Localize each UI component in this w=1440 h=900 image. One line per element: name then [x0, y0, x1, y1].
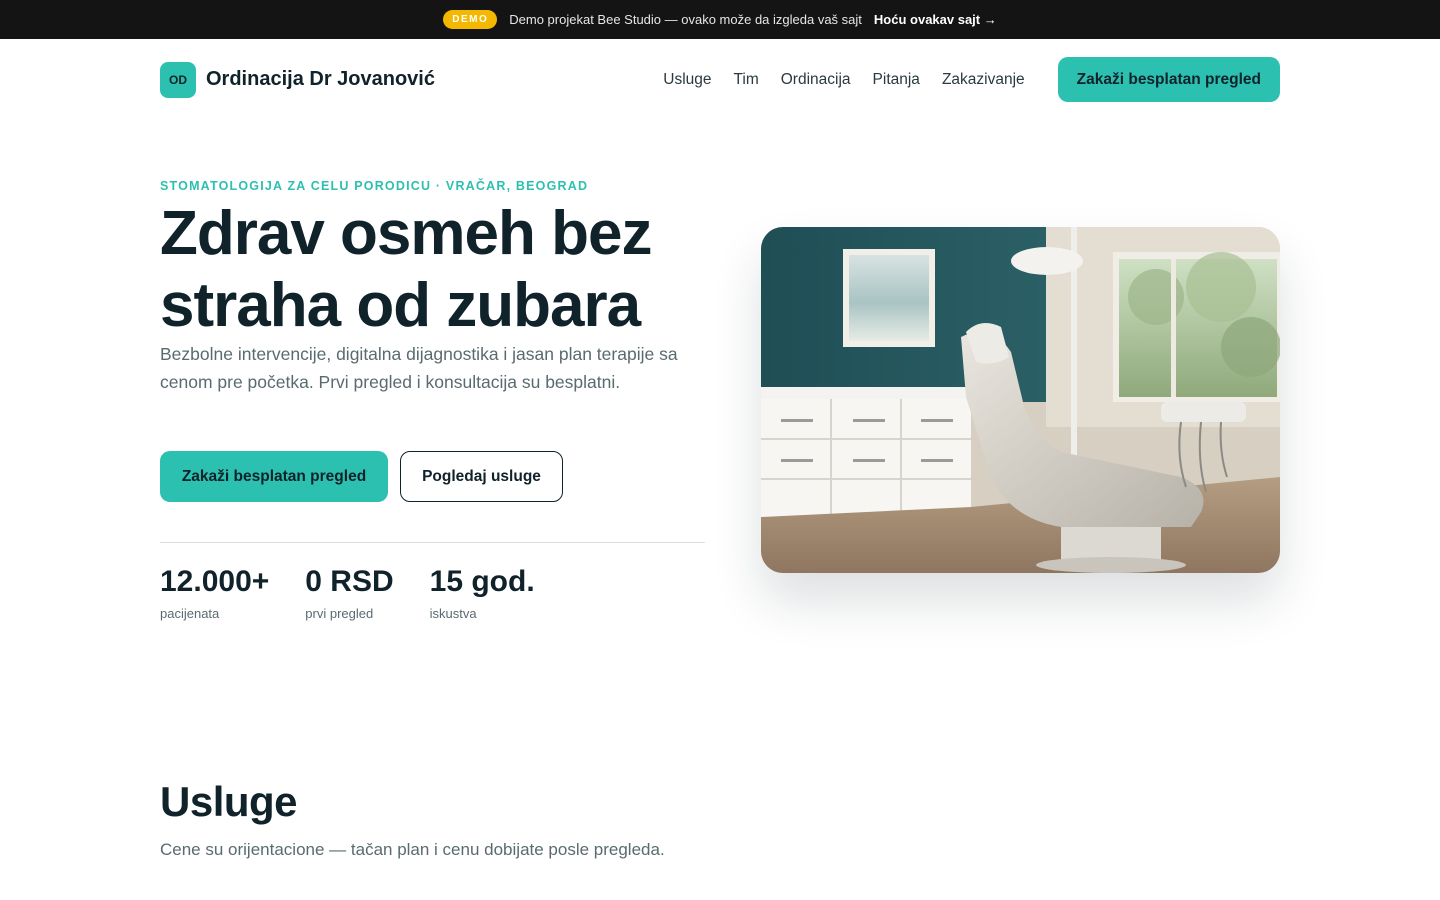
- services-title: Usluge: [160, 778, 298, 825]
- hero-subtitle: Bezbolne intervencije, digitalna dijagno…: [160, 344, 678, 392]
- stat-value: 0 RSD: [305, 565, 394, 598]
- demo-badge: DEMO: [443, 10, 498, 29]
- stat-label: prvi pregled: [305, 606, 374, 621]
- logo-icon[interactable]: OD: [160, 61, 196, 98]
- stat-value: 15 god.: [429, 565, 535, 598]
- hero-stats: 12.000+ pacijenata 0 RSD prvi pregled 15…: [160, 563, 535, 621]
- nav-link-ordinacija[interactable]: Ordinacija: [781, 71, 851, 89]
- hero-divider: [160, 542, 705, 543]
- site-header: OD Ordinacija Dr Jovanović Usluge Tim Or…: [160, 57, 1280, 102]
- stat-patients: 12.000+ pacijenata: [160, 563, 269, 621]
- stat-label: iskustva: [429, 606, 477, 621]
- services-subtitle: Cene su orijentacione — tačan plan i cen…: [160, 840, 665, 859]
- demo-banner-text: Demo projekat Bee Studio — ovako može da…: [509, 12, 862, 27]
- header-book-button[interactable]: Zakaži besplatan pregled: [1057, 57, 1280, 102]
- nav-link-usluge[interactable]: Usluge: [663, 71, 711, 89]
- nav-link-zakazivanje[interactable]: Zakazivanje: [942, 71, 1025, 89]
- nav-link-tim[interactable]: Tim: [734, 71, 759, 89]
- hero-title: Zdrav osmeh bez straha od zubara: [160, 199, 652, 340]
- hero-services-button[interactable]: Pogledaj usluge: [400, 451, 563, 502]
- main-nav: Usluge Tim Ordinacija Pitanja Zakazivanj…: [663, 71, 1024, 89]
- stat-label: pacijenata: [160, 606, 220, 621]
- dental-clinic-room-photo: [761, 227, 1280, 573]
- demo-banner-link[interactable]: Hoću ovakav sajt →: [874, 12, 997, 27]
- hero-book-button[interactable]: Zakaži besplatan pregled: [160, 451, 388, 502]
- stat-first-visit: 0 RSD prvi pregled: [305, 563, 393, 621]
- stat-experience: 15 god. iskustva: [430, 563, 535, 621]
- hero-eyebrow: STOMATOLOGIJA ZA CELU PORODICU · VRAČAR,…: [160, 179, 589, 193]
- nav-link-pitanja[interactable]: Pitanja: [873, 71, 920, 89]
- demo-banner: DEMO Demo projekat Bee Studio — ovako mo…: [0, 0, 1440, 39]
- logo-name[interactable]: Ordinacija Dr Jovanović: [206, 68, 435, 91]
- stat-value: 12.000+: [160, 565, 270, 598]
